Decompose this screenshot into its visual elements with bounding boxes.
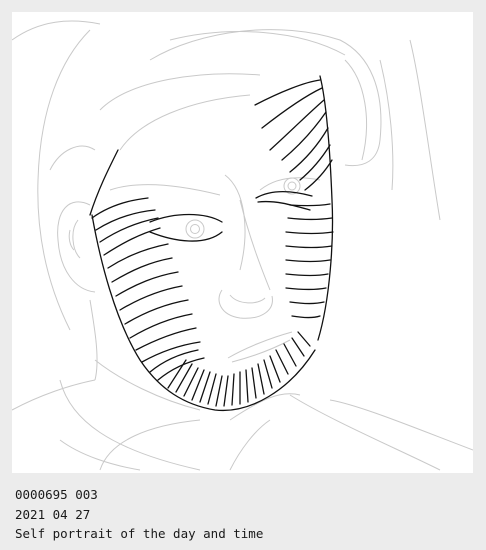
artwork-canvas <box>12 12 473 473</box>
contour-hatching <box>89 75 334 412</box>
artwork-date: 2021 04 27 <box>15 506 91 522</box>
artwork-title: Self portrait of the day and time <box>15 526 264 541</box>
caption-block: 0000695 003 2021 04 27 Self portrait of … <box>15 485 263 544</box>
sketch-lines <box>12 20 473 471</box>
artwork-id: 0000695 003 <box>15 487 98 502</box>
portrait-drawing <box>12 20 473 471</box>
